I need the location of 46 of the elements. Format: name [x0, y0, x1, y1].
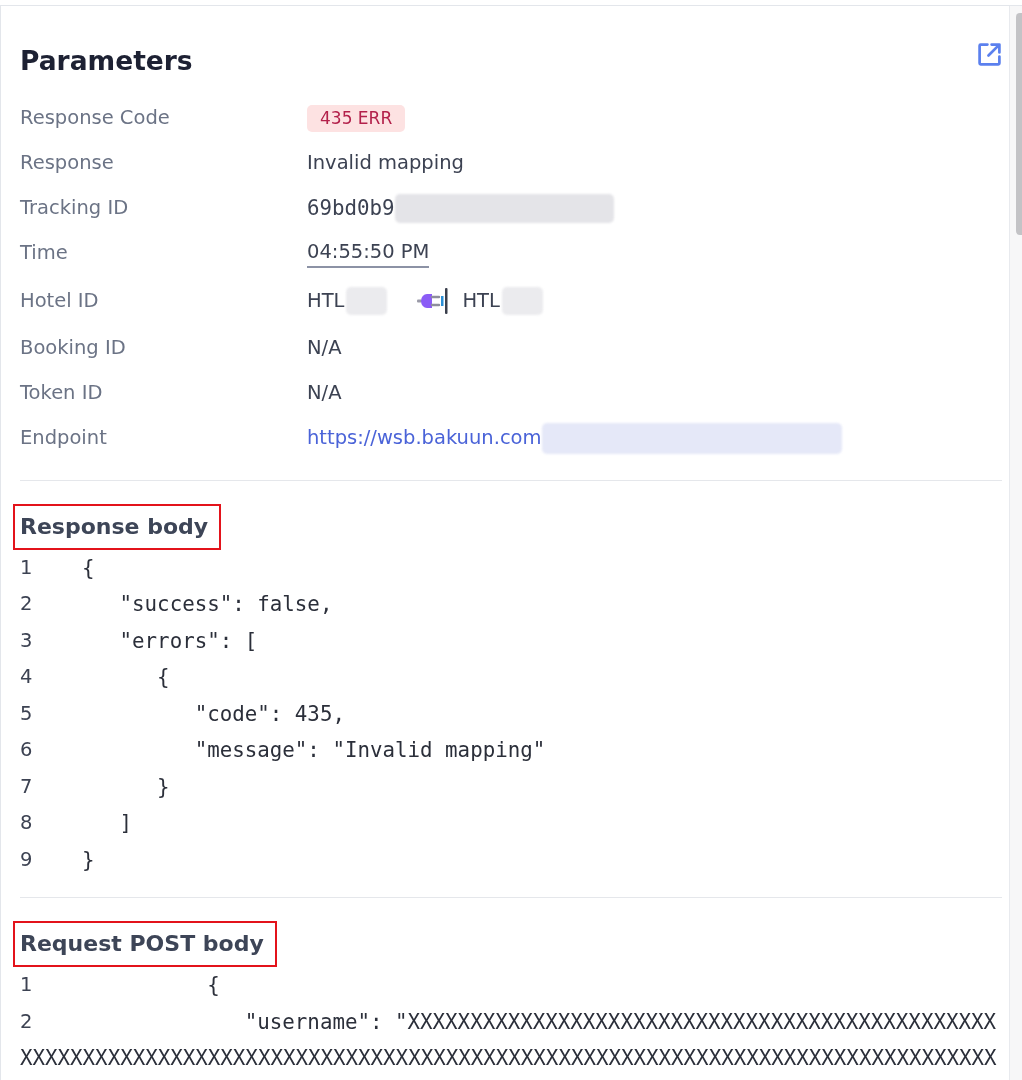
line-number: 9 — [20, 847, 33, 872]
code-text: "username": "XXXXXXXXXXXXXXXXXXXXXXXXXXXXXXXXXXXXXXXXXXXXXXX — [244, 1008, 996, 1035]
field-value: N/A — [307, 380, 342, 406]
code-text: ] — [119, 810, 133, 837]
field-value: N/A — [307, 335, 342, 361]
field-label: Tracking ID — [20, 195, 129, 221]
field-value: HTL — [462, 287, 500, 314]
field-label: Time — [20, 240, 68, 266]
field-label: Response — [20, 150, 114, 176]
line-number: 1 — [20, 973, 33, 998]
line-number: 3 — [20, 628, 33, 653]
field-label: Endpoint — [20, 425, 107, 451]
code-text: { — [207, 972, 220, 999]
plug-icon — [417, 287, 450, 314]
field-label: Token ID — [20, 380, 103, 406]
code-text: "message": "Invalid mapping" — [194, 737, 546, 764]
line-number: 2 — [20, 1009, 33, 1034]
code-text: { — [157, 664, 170, 691]
code-text: } — [157, 773, 170, 800]
code-text: } — [82, 846, 95, 873]
section-heading: Response body — [20, 513, 209, 540]
panel-title: Parameters — [20, 45, 193, 77]
endpoint-link[interactable]: https://wsb.bakuun.com — [307, 425, 542, 451]
scrollbar-thumb[interactable] — [1016, 13, 1022, 235]
code-text: "code": 435, — [194, 700, 345, 727]
line-number: 2 — [20, 592, 33, 617]
field-label: Booking ID — [20, 335, 126, 361]
status-badge: 435 ERR — [307, 104, 406, 132]
field-value: HTL — [307, 287, 345, 314]
line-number: 6 — [20, 738, 33, 763]
code-text: "errors": [ — [119, 627, 258, 654]
field-label: Response Code — [20, 105, 170, 131]
line-number: 1 — [20, 555, 33, 580]
code-text: { — [82, 554, 95, 581]
code-text: XXXXXXXXXXXXXXXXXXXXXXXXXXXXXXXXXXXXXXXXXXXXXXXXXXXXXXXXXXXXXXXXXXXXXXXXXXXXXX — [20, 1045, 997, 1072]
line-number: 7 — [20, 774, 33, 799]
line-number: 5 — [20, 701, 33, 726]
line-number: 4 — [20, 665, 33, 690]
external-link-icon[interactable] — [977, 42, 1002, 67]
field-value: Invalid mapping — [307, 150, 464, 176]
line-number: 8 — [20, 811, 33, 836]
field-value: 69bd0b9 — [307, 195, 395, 221]
time-value: 04:55:50 PM — [307, 238, 430, 268]
section-heading: Request POST body — [20, 931, 264, 957]
code-text: "success": false, — [119, 591, 333, 618]
field-label: Hotel ID — [20, 287, 99, 314]
